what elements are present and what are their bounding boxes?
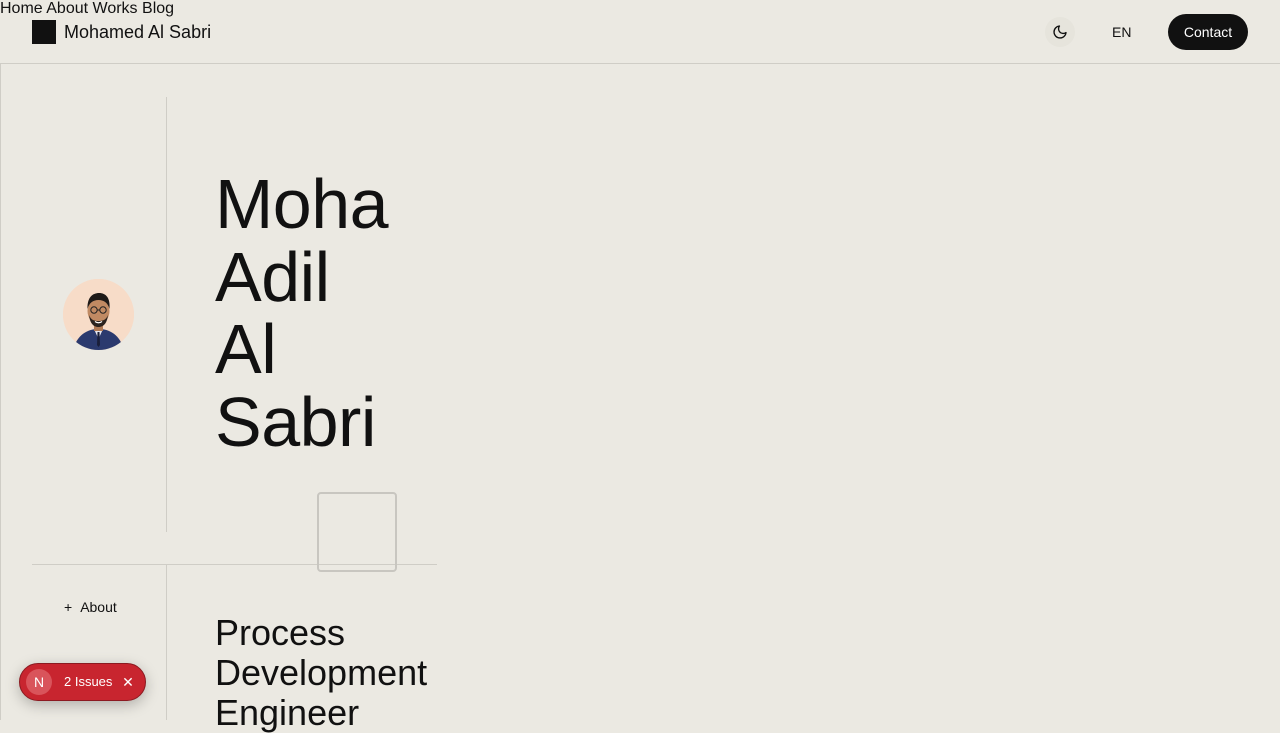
nextjs-logo-icon[interactable]: N: [26, 669, 52, 695]
column-divider-top: [166, 97, 167, 532]
site-header: Mohamed Al Sabri Home About Works Blog E…: [0, 0, 1280, 64]
image-placeholder: [317, 492, 397, 572]
nav-home[interactable]: Home: [0, 0, 43, 17]
nav-works[interactable]: Works: [93, 0, 138, 17]
avatar: [63, 279, 134, 350]
plus-icon: +: [64, 599, 73, 615]
nav-blog[interactable]: Blog: [142, 0, 174, 17]
avatar-portrait: [63, 279, 134, 350]
brand-name: Mohamed Al Sabri: [64, 22, 212, 42]
column-divider-bottom: [166, 565, 167, 720]
brand-logo: [32, 20, 56, 44]
nav-about[interactable]: About: [46, 0, 88, 17]
moon-icon: [1053, 25, 1067, 39]
about-toggle-label: About: [80, 599, 117, 615]
job-title: Process Development Engineer: [215, 613, 427, 733]
issues-badge[interactable]: N 2 Issues ✕: [19, 663, 146, 701]
language-switcher[interactable]: EN: [1112, 24, 1131, 40]
main-nav: Home About Works Blog: [0, 0, 1280, 18]
job-title-line: Process: [215, 612, 346, 653]
hero-name-line: Sabri: [215, 382, 376, 458]
hero-name-line: Al: [215, 310, 277, 388]
hero-name-line: Adil: [215, 237, 330, 316]
left-border-line: [0, 64, 1, 720]
theme-toggle-button[interactable]: [1045, 17, 1075, 47]
brand-link[interactable]: Mohamed Al Sabri: [32, 20, 211, 44]
close-icon[interactable]: ✕: [121, 674, 135, 690]
job-title-line: Development: [215, 652, 428, 693]
issues-count[interactable]: 2 Issues: [64, 674, 112, 690]
about-toggle-button[interactable]: + About: [64, 599, 117, 615]
contact-button[interactable]: Contact: [1168, 14, 1248, 50]
hero-name: Mohamed Adil Al Sabri: [215, 168, 391, 458]
hero-name-line: Mohamed: [215, 168, 391, 243]
job-title-line: Engineer: [215, 692, 360, 733]
